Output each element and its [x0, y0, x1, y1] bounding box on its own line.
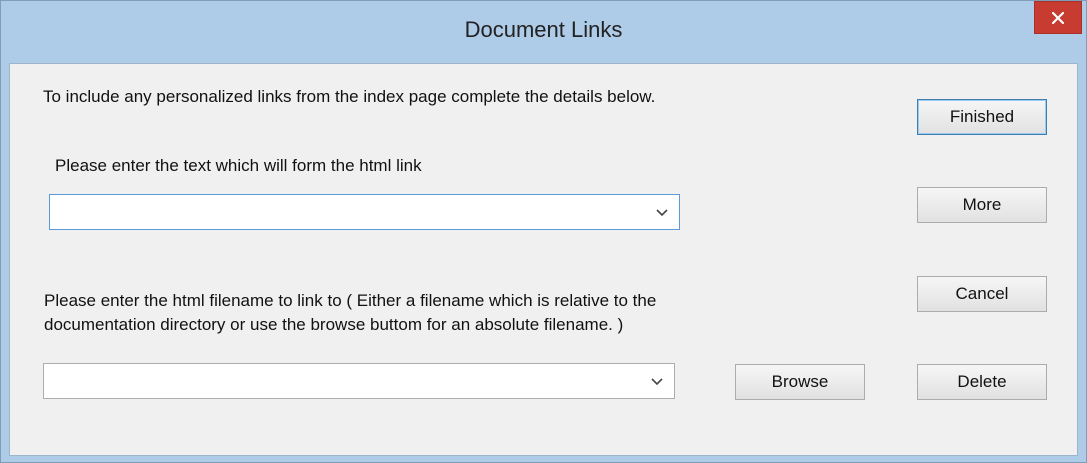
chevron-down-icon[interactable]: [650, 375, 664, 387]
link-text-combobox[interactable]: [49, 194, 680, 230]
delete-button[interactable]: Delete: [917, 364, 1047, 400]
title-bar[interactable]: Document Links: [1, 1, 1086, 63]
filename-label-line2: documentation directory or use the brows…: [44, 315, 624, 334]
document-links-dialog: Document Links To include any personaliz…: [0, 0, 1087, 463]
dialog-body: To include any personalized links from t…: [9, 63, 1078, 456]
close-icon: [1051, 11, 1065, 25]
finished-button[interactable]: Finished: [917, 99, 1047, 135]
cancel-button[interactable]: Cancel: [917, 276, 1047, 312]
filename-combobox[interactable]: [43, 363, 675, 399]
browse-button[interactable]: Browse: [735, 364, 865, 400]
close-button[interactable]: [1034, 1, 1082, 34]
more-button[interactable]: More: [917, 187, 1047, 223]
intro-text: To include any personalized links from t…: [43, 87, 656, 106]
filename-label-line1: Please enter the html filename to link t…: [44, 291, 657, 310]
window-title: Document Links: [464, 17, 623, 42]
chevron-down-icon[interactable]: [655, 206, 669, 218]
link-text-label: Please enter the text which will form th…: [55, 156, 422, 175]
